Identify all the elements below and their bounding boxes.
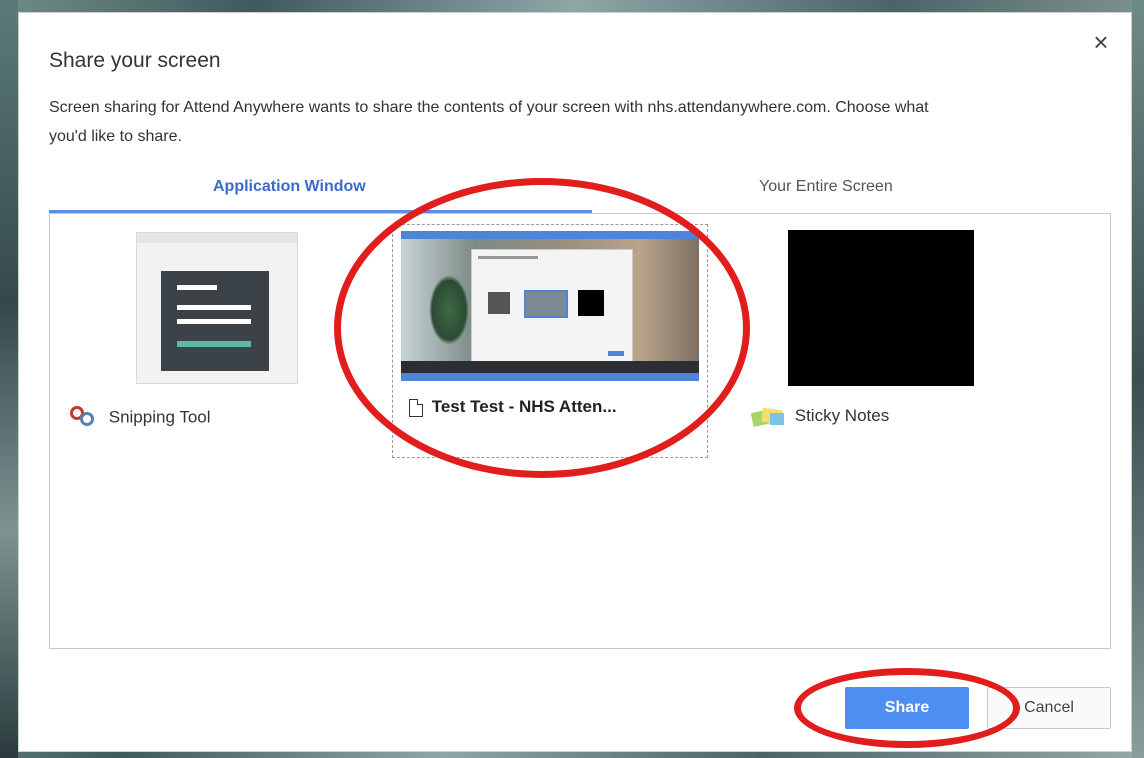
window-label: Snipping Tool — [108, 407, 211, 427]
dialog-description: Screen sharing for Attend Anywhere wants… — [49, 99, 929, 145]
window-item-sticky-notes[interactable]: Sticky Notes — [730, 214, 1030, 454]
dialog-title: Share your screen — [49, 49, 221, 72]
share-screen-dialog: × Share your screen Screen sharing for A… — [18, 12, 1132, 752]
share-button[interactable]: Share — [845, 687, 969, 729]
cancel-button[interactable]: Cancel — [987, 687, 1111, 729]
tab-entire-screen[interactable]: Your Entire Screen — [759, 178, 893, 196]
window-thumbnail — [788, 230, 974, 386]
window-list-panel: Snipping Tool Test Test - NHS Atten... S… — [49, 213, 1111, 649]
background-edge-left — [0, 0, 18, 758]
document-icon — [409, 398, 423, 417]
window-label: Test Test - NHS Atten... — [431, 397, 617, 416]
window-item-snipping-tool[interactable]: Snipping Tool — [50, 214, 350, 454]
window-label: Sticky Notes — [794, 406, 890, 425]
window-thumbnail — [401, 231, 699, 381]
background-edge-right — [1132, 0, 1144, 758]
window-thumbnail — [136, 232, 298, 384]
sticky-notes-icon — [750, 407, 786, 427]
snipping-tool-icon — [70, 406, 100, 430]
tab-application-window[interactable]: Application Window — [213, 178, 366, 196]
close-icon[interactable]: × — [1089, 29, 1113, 55]
window-item-attend-anywhere[interactable]: Test Test - NHS Atten... — [392, 224, 708, 458]
